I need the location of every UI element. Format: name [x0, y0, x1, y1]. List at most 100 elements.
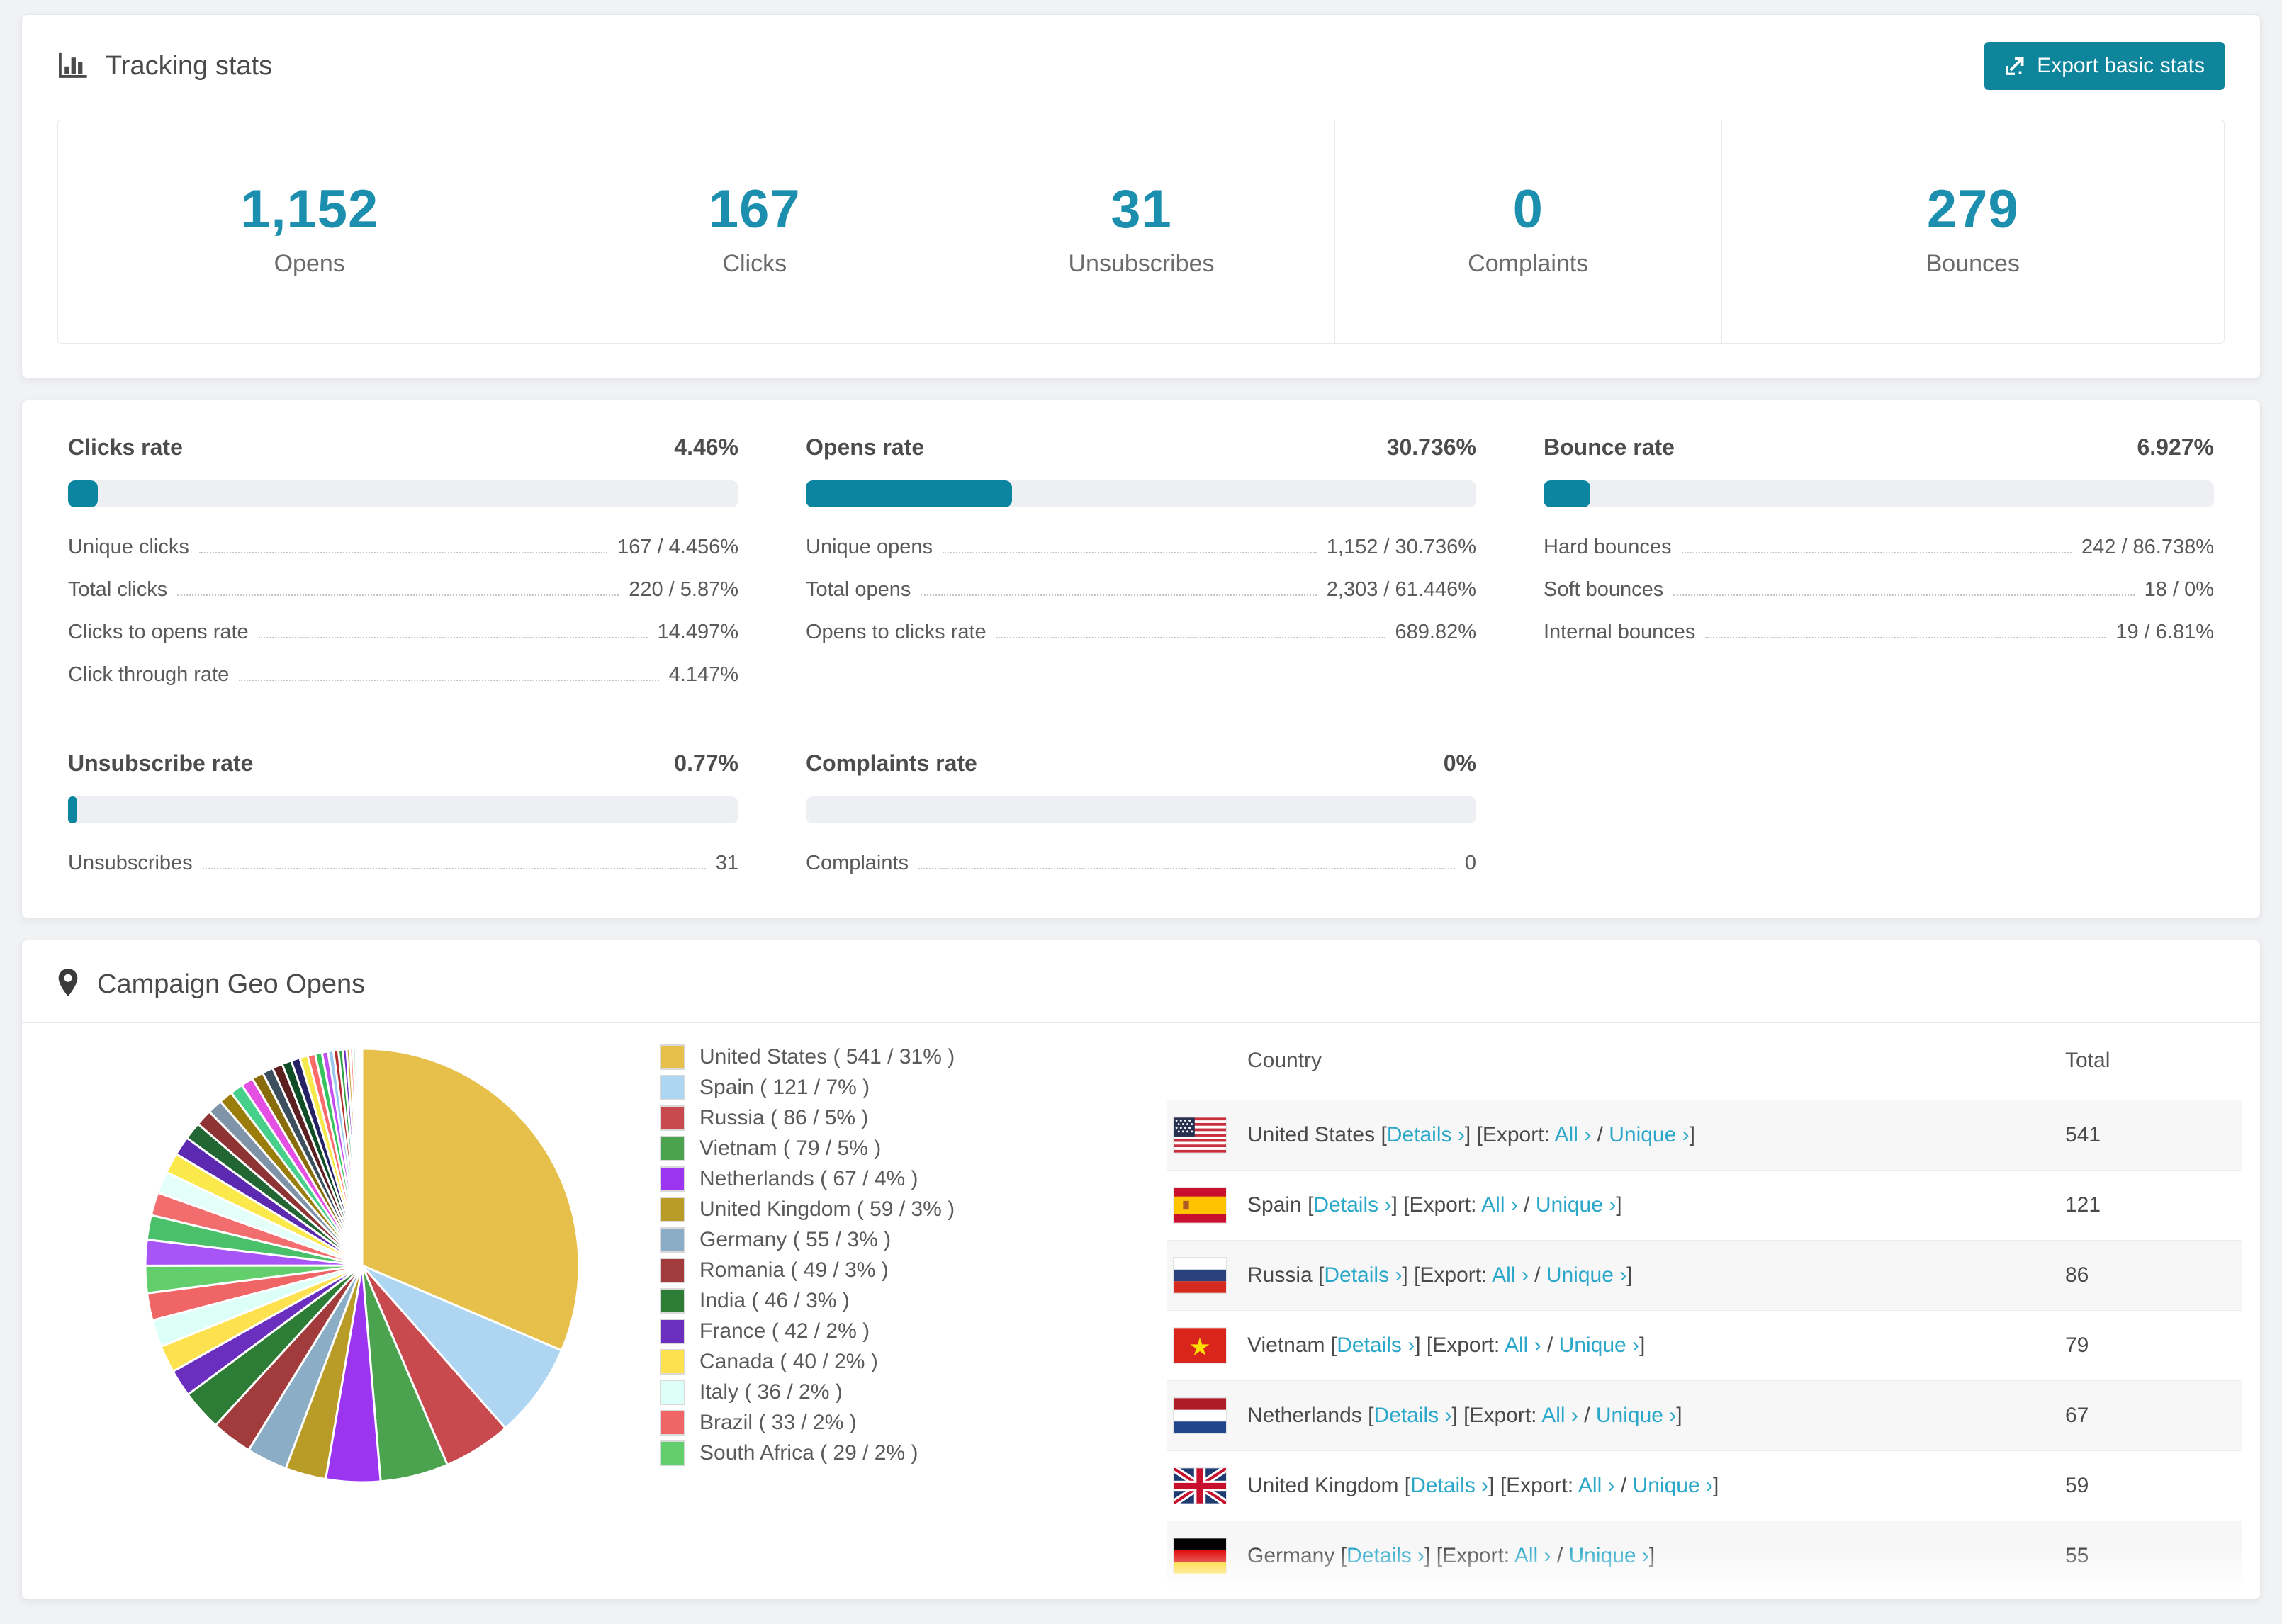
flag-icon-ru	[1174, 1258, 1226, 1293]
geo-table-row: Spain [Details ›] [Export: All › / Uniqu…	[1167, 1170, 2242, 1240]
legend-swatch	[660, 1318, 685, 1344]
pie-slice-other-32[interactable]	[359, 1047, 364, 1267]
link-separator: /	[1591, 1123, 1609, 1146]
metric-row: Soft bounces 18 / 0%	[1544, 578, 2214, 602]
legend-item[interactable]: Spain ( 121 / 7% )	[660, 1072, 1128, 1103]
country-name: Spain [	[1247, 1193, 1314, 1217]
metric-row: Unique opens 1,152 / 30.736%	[806, 536, 1476, 559]
tracking-stats-title: Tracking stats	[57, 51, 272, 81]
geo-legend: United States ( 541 / 31% ) Spain ( 121 /…	[660, 1023, 1128, 1468]
export-unique-link[interactable]: Unique ›	[1609, 1123, 1689, 1146]
metric-value: 1,152 / 30.736%	[1326, 536, 1476, 558]
metric-label: Unique clicks	[68, 536, 189, 558]
country-name: Vietnam [	[1247, 1333, 1337, 1357]
details-link[interactable]: Details ›	[1313, 1193, 1391, 1217]
legend-swatch	[660, 1379, 685, 1405]
export-all-link[interactable]: All ›	[1578, 1474, 1615, 1497]
export-all-link[interactable]: All ›	[1492, 1263, 1529, 1287]
summary-stat-label: Opens	[274, 250, 345, 277]
legend-item[interactable]: South Africa ( 29 / 2% )	[660, 1438, 1128, 1468]
country-name: United Kingdom [	[1247, 1474, 1411, 1497]
country-cell: Netherlands [Details ›] [Export: All › /…	[1174, 1398, 2065, 1433]
country-total: 79	[2065, 1333, 2089, 1357]
legend-item[interactable]: Germany ( 55 / 3% )	[660, 1224, 1128, 1255]
metric-dotted-leader	[1673, 594, 2135, 596]
link-separator: /	[1551, 1544, 1569, 1567]
export-prefix: ] [Export:	[1424, 1544, 1514, 1567]
metric-label: Total opens	[806, 578, 911, 601]
country-name: Netherlands [	[1247, 1404, 1374, 1427]
export-all-link[interactable]: All ›	[1555, 1123, 1592, 1146]
country-name: United States [	[1247, 1123, 1387, 1146]
bar-chart-icon	[57, 52, 89, 80]
metric-label: Unique opens	[806, 536, 933, 558]
metric-value: 31	[715, 852, 738, 874]
legend-swatch	[660, 1044, 685, 1070]
details-link[interactable]: Details ›	[1373, 1404, 1451, 1427]
rate-value: 4.46%	[674, 434, 738, 460]
rate-block-complaints-rate: Complaints rate 0% Complaints 0	[806, 750, 1476, 875]
legend-item[interactable]: France ( 42 / 2% )	[660, 1316, 1128, 1346]
metric-row: Unsubscribes 31	[68, 852, 738, 875]
pie-svg	[144, 1047, 580, 1484]
rate-title-row: Opens rate 30.736%	[806, 434, 1476, 461]
export-unique-link[interactable]: Unique ›	[1536, 1193, 1616, 1217]
details-link[interactable]: Details ›	[1324, 1263, 1402, 1287]
details-link[interactable]: Details ›	[1347, 1544, 1424, 1567]
legend-item[interactable]: United Kingdom ( 59 / 3% )	[660, 1194, 1128, 1224]
legend-item[interactable]: Canada ( 40 / 2% )	[660, 1346, 1128, 1377]
export-basic-stats-button[interactable]: Export basic stats	[1984, 42, 2225, 90]
metric-value: 220 / 5.87%	[629, 578, 738, 601]
export-all-link[interactable]: All ›	[1514, 1544, 1551, 1567]
country-row-text: Germany [Details ›] [Export: All › / Uni…	[1247, 1544, 1655, 1568]
rate-value: 30.736%	[1386, 434, 1476, 460]
legend-item[interactable]: India ( 46 / 3% )	[660, 1285, 1128, 1316]
metric-value: 0	[1464, 852, 1476, 874]
rate-progress-track	[1544, 480, 2214, 507]
metric-dotted-leader	[918, 868, 1455, 869]
legend-item[interactable]: Italy ( 36 / 2% )	[660, 1377, 1128, 1407]
export-unique-link[interactable]: Unique ›	[1559, 1333, 1639, 1357]
rate-value: 0.77%	[674, 750, 738, 776]
legend-item[interactable]: Romania ( 49 / 3% )	[660, 1255, 1128, 1285]
rate-title-row: Unsubscribe rate 0.77%	[68, 750, 738, 777]
export-all-link[interactable]: All ›	[1481, 1193, 1518, 1217]
rate-block-opens-rate: Opens rate 30.736% Unique opens 1,152 / 30.…	[806, 434, 1476, 687]
legend-item[interactable]: Netherlands ( 67 / 4% )	[660, 1163, 1128, 1194]
summary-stat-label: Clicks	[722, 250, 787, 277]
metric-row: Unique clicks 167 / 4.456%	[68, 536, 738, 559]
rate-progress-track	[68, 480, 738, 507]
country-row-text: Spain [Details ›] [Export: All › / Uniqu…	[1247, 1193, 1622, 1217]
legend-label: India ( 46 / 3% )	[699, 1288, 850, 1312]
metric-label: Internal bounces	[1544, 621, 1696, 643]
export-unique-link[interactable]: Unique ›	[1546, 1263, 1626, 1287]
rate-title: Complaints rate	[806, 750, 977, 776]
rate-title: Opens rate	[806, 434, 925, 460]
export-prefix: ] [Export:	[1391, 1193, 1482, 1217]
export-unique-link[interactable]: Unique ›	[1569, 1544, 1649, 1567]
details-link[interactable]: Details ›	[1387, 1123, 1465, 1146]
metric-row: Total clicks 220 / 5.87%	[68, 578, 738, 602]
rate-progress-fill	[68, 796, 77, 823]
country-cell: United Kingdom [Details ›] [Export: All …	[1174, 1468, 2065, 1504]
legend-item[interactable]: Brazil ( 33 / 2% )	[660, 1407, 1128, 1438]
legend-label: United Kingdom ( 59 / 3% )	[699, 1197, 955, 1221]
metric-dotted-leader	[942, 552, 1317, 553]
export-all-link[interactable]: All ›	[1541, 1404, 1578, 1427]
legend-item[interactable]: Vietnam ( 79 / 5% )	[660, 1133, 1128, 1163]
details-link[interactable]: Details ›	[1410, 1474, 1488, 1497]
export-unique-link[interactable]: Unique ›	[1596, 1404, 1676, 1427]
metric-label: Unsubscribes	[68, 852, 193, 874]
details-link[interactable]: Details ›	[1337, 1333, 1415, 1357]
export-unique-link[interactable]: Unique ›	[1633, 1474, 1713, 1497]
bracket-close: ]	[1689, 1123, 1695, 1146]
rate-title-row: Complaints rate 0%	[806, 750, 1476, 777]
metric-row: Internal bounces 19 / 6.81%	[1544, 621, 2214, 644]
summary-stat: 167 Clicks	[561, 120, 948, 343]
geo-table-row: Netherlands [Details ›] [Export: All › /…	[1167, 1380, 2242, 1450]
export-all-link[interactable]: All ›	[1505, 1333, 1541, 1357]
legend-item[interactable]: Russia ( 86 / 5% )	[660, 1103, 1128, 1133]
legend-item[interactable]: United States ( 541 / 31% )	[660, 1042, 1128, 1072]
rate-block-bounce-rate: Bounce rate 6.927% Hard bounces 242 / 86.73…	[1544, 434, 2214, 687]
summary-stat: 1,152 Opens	[58, 120, 561, 343]
